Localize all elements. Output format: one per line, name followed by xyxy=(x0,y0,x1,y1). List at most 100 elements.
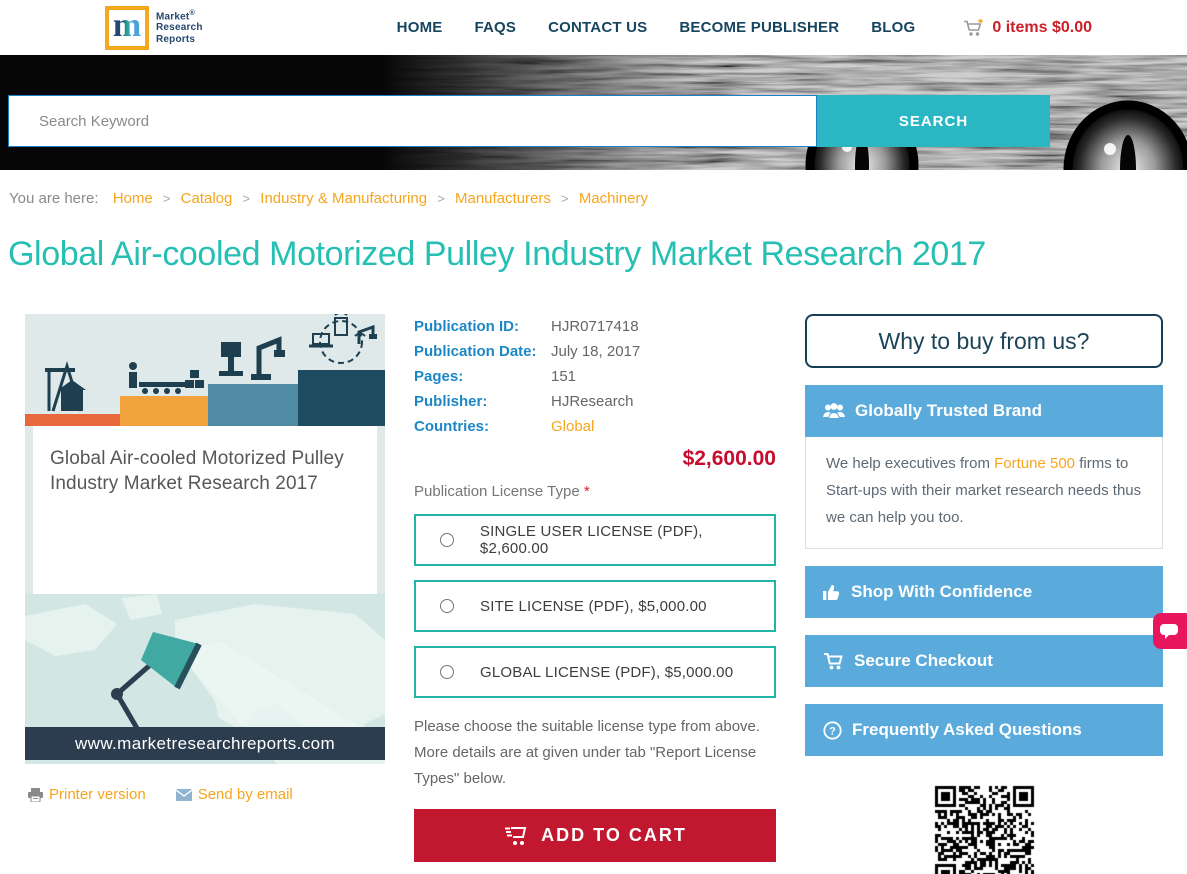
page-title: Global Air-cooled Motorized Pulley Indus… xyxy=(8,235,986,273)
detail-label: Pages: xyxy=(414,368,464,385)
qr-code xyxy=(931,783,1037,874)
nav-become-publisher[interactable]: BECOME PUBLISHER xyxy=(679,19,839,36)
detail-value: HJR0717418 xyxy=(551,318,639,335)
printer-version-link[interactable]: Printer version xyxy=(28,786,146,803)
breadcrumb-industry-manufacturing[interactable]: Industry & Manufacturing xyxy=(260,190,427,207)
detail-label: Publication ID: xyxy=(414,318,519,335)
faq-bar[interactable]: ? Frequently Asked Questions xyxy=(805,704,1163,756)
cover-website-url: www.marketresearchreports.com xyxy=(74,733,336,753)
cover-website-bar: www.marketresearchreports.com xyxy=(25,727,385,760)
hero-search-section: SEARCH xyxy=(0,55,1187,170)
license-type-label: Publication License Type * xyxy=(414,483,776,500)
question-circle-icon: ? xyxy=(823,720,842,740)
breadcrumb-manufacturers[interactable]: Manufacturers xyxy=(455,190,551,207)
license-option-label: SINGLE USER LICENSE (PDF), $2,600.00 xyxy=(479,523,703,557)
detail-label: Countries: xyxy=(414,418,489,435)
search-bar: SEARCH xyxy=(8,95,1050,147)
nav-blog[interactable]: BLOG xyxy=(871,19,915,36)
search-input[interactable] xyxy=(8,95,817,147)
detail-label: Publication Date: xyxy=(414,343,537,360)
detail-value: HJResearch xyxy=(551,393,634,410)
secure-checkout-cart-icon xyxy=(824,653,843,670)
report-cover-image: Global Air-cooled Motorized Pulley Indus… xyxy=(25,314,385,764)
breadcrumb-catalog[interactable]: Catalog xyxy=(181,190,233,207)
detail-row-countries: Countries: Global xyxy=(414,414,776,439)
breadcrumb-separator: > xyxy=(561,191,569,206)
countries-global-link[interactable]: Global xyxy=(551,414,594,439)
thumbs-up-icon xyxy=(823,584,840,600)
license-option-label: SITE LICENSE (PDF), $5,000.00 xyxy=(480,597,707,615)
breadcrumb-separator: > xyxy=(242,191,251,206)
add-to-cart-button[interactable]: ADD TO CART xyxy=(414,809,776,863)
detail-row-publisher: Publisher: HJResearch xyxy=(414,389,776,414)
cart-status[interactable]: 0 items $0.00 xyxy=(963,19,1092,37)
license-type-text: Publication License Type xyxy=(414,483,580,500)
logo-mark: m xyxy=(105,5,149,50)
cover-industry-illustration xyxy=(25,314,385,426)
cart-count-text: 0 items $0.00 xyxy=(992,18,1092,36)
breadcrumb: You are here: Home > Catalog > Industry … xyxy=(9,190,1187,207)
users-icon xyxy=(823,403,845,419)
purchase-column: Publication ID: HJR0717418 Publication D… xyxy=(414,314,776,874)
site-logo[interactable]: m Market® Research Reports xyxy=(105,5,203,50)
cover-title-card: Global Air-cooled Motorized Pulley Indus… xyxy=(33,426,377,594)
main-nav: HOME FAQS CONTACT US BECOME PUBLISHER BL… xyxy=(397,19,916,36)
license-note: Please choose the suitable license type … xyxy=(414,718,761,787)
license-radio-site[interactable] xyxy=(440,599,454,613)
nav-faqs[interactable]: FAQS xyxy=(474,19,516,36)
cart-icon xyxy=(964,19,983,36)
send-by-email-link[interactable]: Send by email xyxy=(175,786,293,803)
faq-label: Frequently Asked Questions xyxy=(852,720,1082,739)
cover-title-text: Global Air-cooled Motorized Pulley Indus… xyxy=(50,448,344,495)
globally-trusted-bar[interactable]: Globally Trusted Brand xyxy=(805,385,1163,437)
nav-home[interactable]: HOME xyxy=(397,19,443,36)
detail-value: 151 xyxy=(551,368,577,385)
fortune-500-highlight: Fortune 500 xyxy=(994,455,1076,472)
globally-trusted-label: Globally Trusted Brand xyxy=(855,401,1043,420)
why-buy-sidebar: Why to buy from us? Globally Trusted Bra… xyxy=(805,314,1163,874)
industry-evolution-graphic xyxy=(25,314,385,426)
license-option-single-user[interactable]: SINGLE USER LICENSE (PDF), $2,600.00 xyxy=(414,514,776,566)
logo-wordmark: Market® Research Reports xyxy=(156,10,203,46)
license-option-global[interactable]: GLOBAL LICENSE (PDF), $5,000.00 xyxy=(414,646,776,698)
header: m Market® Research Reports HOME FAQS CON… xyxy=(0,0,1187,55)
search-button[interactable]: SEARCH xyxy=(817,95,1050,147)
secure-checkout-label: Secure Checkout xyxy=(854,651,993,670)
detail-row-publication-id: Publication ID: HJR0717418 xyxy=(414,314,776,339)
required-asterisk: * xyxy=(583,483,590,500)
detail-row-pages: Pages: 151 xyxy=(414,364,776,389)
why-to-buy-title: Why to buy from us? xyxy=(878,327,1090,354)
breadcrumb-home[interactable]: Home xyxy=(113,190,153,207)
breadcrumb-machinery[interactable]: Machinery xyxy=(579,190,648,207)
detail-row-publication-date: Publication Date: July 18, 2017 xyxy=(414,339,776,364)
breadcrumb-prefix: You are here: xyxy=(9,190,99,207)
shop-with-confidence-bar[interactable]: Shop With Confidence xyxy=(805,566,1163,618)
nav-contact-us[interactable]: CONTACT US xyxy=(548,19,647,36)
chat-widget-button[interactable] xyxy=(1153,613,1187,649)
registered-mark: ® xyxy=(189,9,195,17)
breadcrumb-separator: > xyxy=(437,191,445,206)
add-to-cart-label: ADD TO CART xyxy=(541,825,687,846)
logo-line2: Research xyxy=(156,22,203,34)
license-radio-global[interactable] xyxy=(440,665,454,679)
content-columns: Global Air-cooled Motorized Pulley Indus… xyxy=(25,314,1163,874)
qr-code-container xyxy=(805,783,1163,874)
cover-map-section: www.marketresearchreports.com xyxy=(25,594,385,764)
secure-checkout-bar[interactable]: Secure Checkout xyxy=(805,635,1163,687)
logo-line1: Market xyxy=(156,10,190,22)
logo-letter: m xyxy=(112,6,142,44)
logo-line3: Reports xyxy=(156,33,196,45)
svg-text:?: ? xyxy=(829,725,836,737)
license-radio-single-user[interactable] xyxy=(440,533,454,547)
shop-with-confidence-label: Shop With Confidence xyxy=(851,582,1033,601)
printer-icon xyxy=(28,787,43,802)
printer-version-label: Printer version xyxy=(49,786,146,803)
license-option-site[interactable]: SITE LICENSE (PDF), $5,000.00 xyxy=(414,580,776,632)
price: $2,600.00 xyxy=(682,447,776,470)
report-cover-column: Global Air-cooled Motorized Pulley Indus… xyxy=(25,314,385,874)
detail-value: July 18, 2017 xyxy=(551,343,641,360)
detail-label: Publisher: xyxy=(414,393,488,410)
breadcrumb-separator: > xyxy=(162,191,171,206)
document-links: Printer version Send by email xyxy=(28,786,385,803)
license-option-label: GLOBAL LICENSE (PDF), $5,000.00 xyxy=(480,663,734,681)
